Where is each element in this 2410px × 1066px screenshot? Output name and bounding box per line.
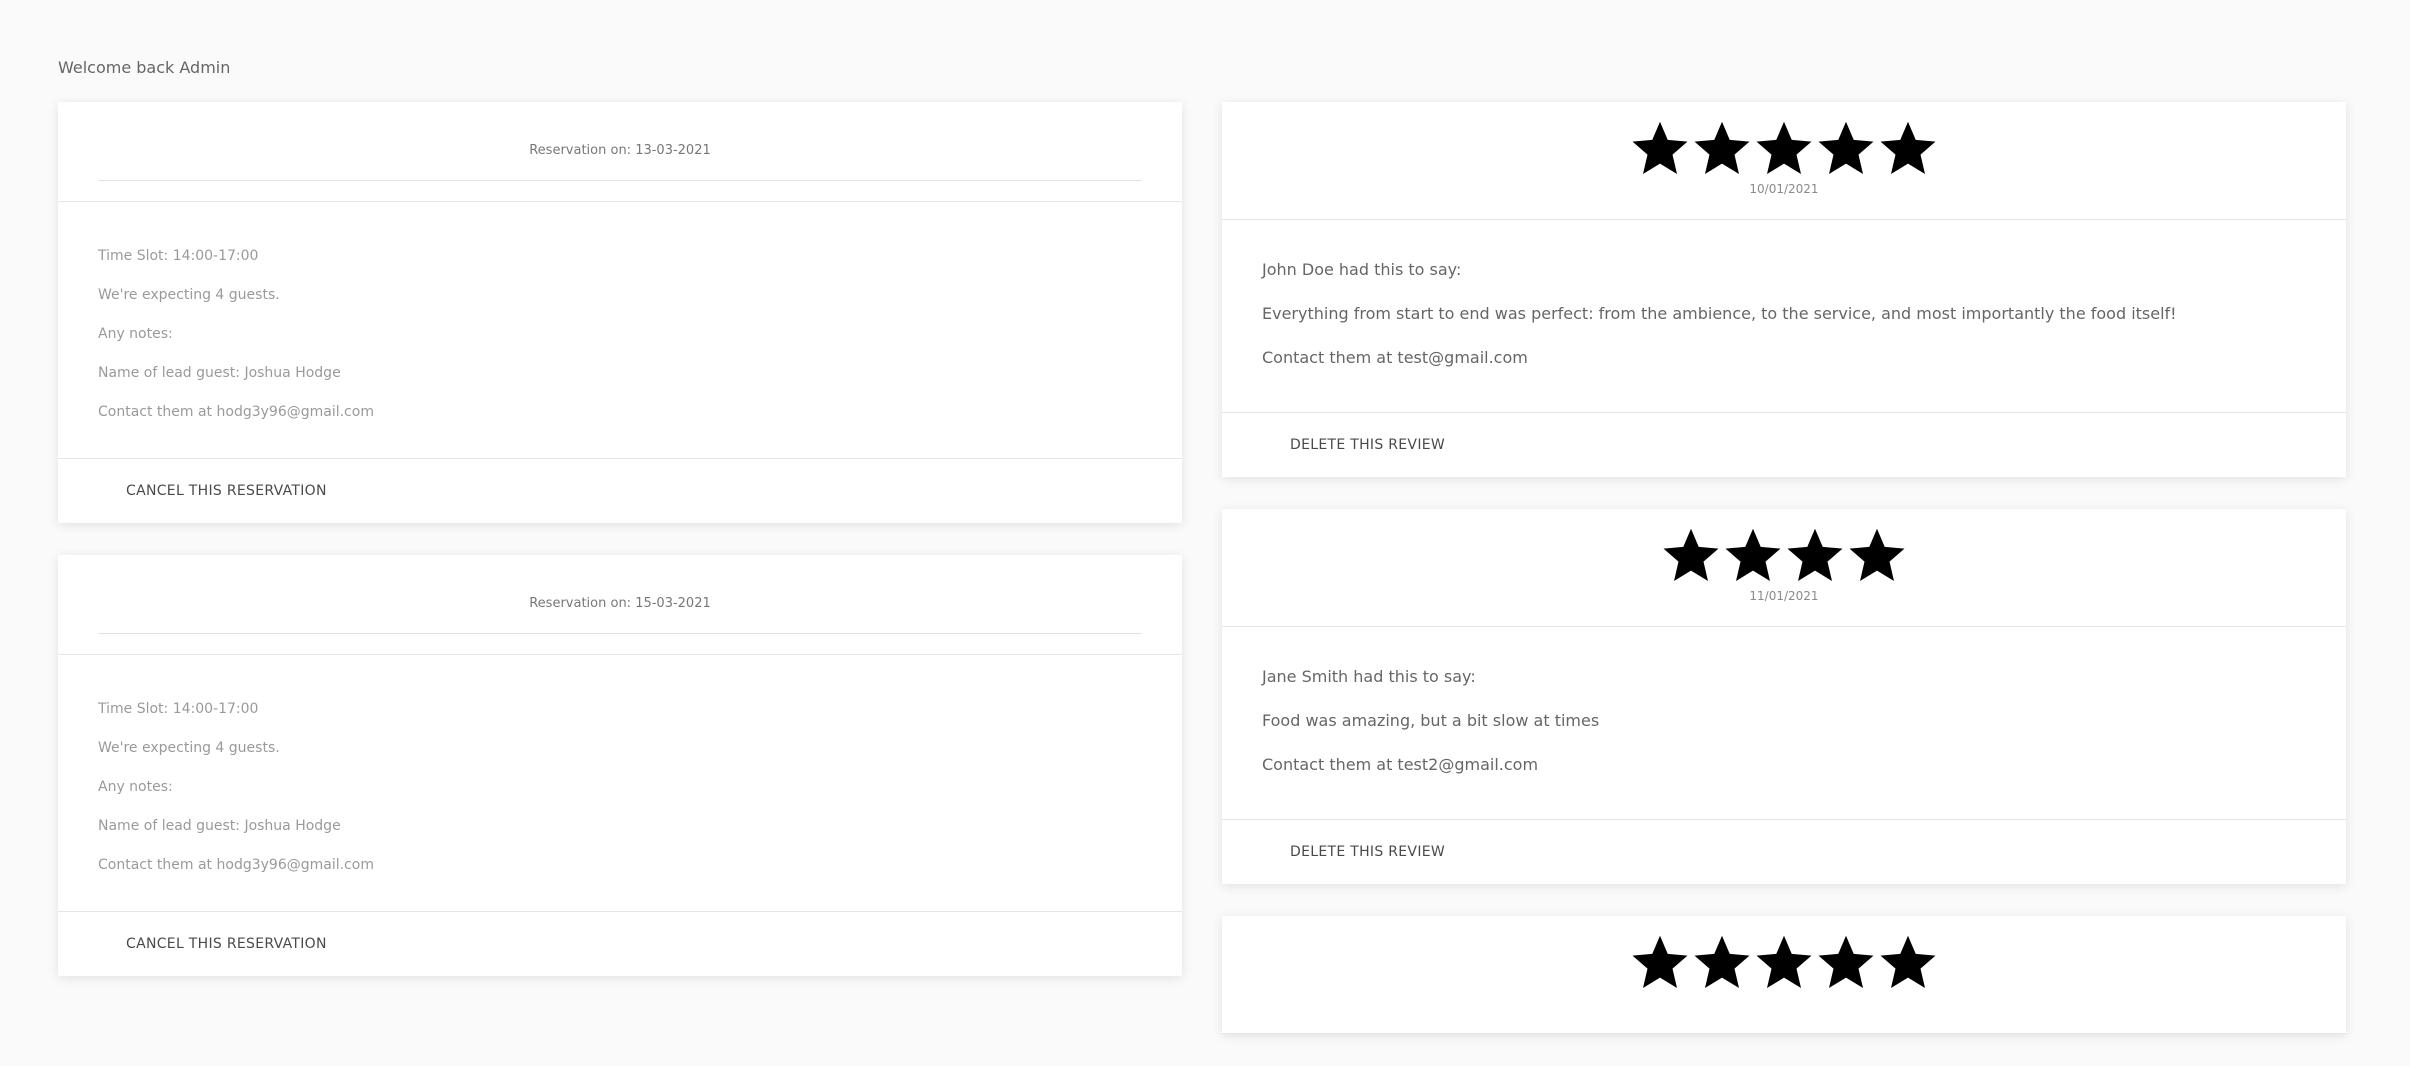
star-icon: [1756, 935, 1812, 988]
review-text: Everything from start to end was perfect…: [1262, 304, 2177, 323]
reservation-footer: CANCEL THIS RESERVATION: [58, 912, 1182, 976]
review-card: 11/01/2021 Jane Smith had this to say: F…: [1222, 509, 2346, 884]
guest-count: We're expecting 4 guests.: [98, 740, 280, 756]
notes: Any notes:: [98, 779, 173, 795]
contact-email: Contact them at hodg3y96@gmail.com: [98, 857, 374, 873]
star-icon: [1725, 528, 1781, 581]
lead-guest: Name of lead guest: Joshua Hodge: [98, 818, 341, 834]
star-rating: [1222, 932, 2346, 992]
review-footer: DELETE THIS REVIEW: [1222, 820, 2346, 884]
star-icon: [1818, 935, 1874, 988]
review-header: [1222, 916, 2346, 1034]
review-author: John Doe had this to say:: [1262, 260, 1462, 279]
reservation-footer: CANCEL THIS RESERVATION: [58, 459, 1182, 523]
star-icon: [1663, 528, 1719, 581]
lead-guest: Name of lead guest: Joshua Hodge: [98, 365, 341, 381]
review-contact: Contact them at test2@gmail.com: [1262, 755, 1539, 774]
review-author: Jane Smith had this to say:: [1262, 667, 1476, 686]
review-footer: DELETE THIS REVIEW: [1222, 413, 2346, 477]
review-contact: Contact them at test@gmail.com: [1262, 348, 1528, 367]
divider: [98, 633, 1142, 634]
star-icon: [1694, 121, 1750, 174]
star-icon: [1880, 935, 1936, 988]
reviews-column: 10/01/2021 John Doe had this to say: Eve…: [1222, 102, 2346, 1066]
welcome-message: Welcome back Admin: [58, 58, 231, 77]
reservations-column: Reservation on: 13-03-2021 Time Slot: 14…: [58, 102, 1182, 1008]
notes: Any notes:: [98, 326, 173, 342]
star-icon: [1632, 935, 1688, 988]
reservation-details: Time Slot: 14:00-17:00 We're expecting 4…: [58, 655, 1182, 912]
contact-email: Contact them at hodg3y96@gmail.com: [98, 404, 374, 420]
star-icon: [1632, 121, 1688, 174]
review-card: [1222, 916, 2346, 1034]
review-body: Jane Smith had this to say: Food was ama…: [1222, 627, 2346, 820]
star-icon: [1787, 528, 1843, 581]
review-header: 11/01/2021: [1222, 509, 2346, 627]
time-slot: Time Slot: 14:00-17:00: [98, 701, 259, 717]
cancel-reservation-button[interactable]: CANCEL THIS RESERVATION: [126, 483, 327, 499]
reservation-details: Time Slot: 14:00-17:00 We're expecting 4…: [58, 202, 1182, 459]
review-text: Food was amazing, but a bit slow at time…: [1262, 711, 1600, 730]
star-rating: [1222, 118, 2346, 178]
star-icon: [1818, 121, 1874, 174]
delete-review-button[interactable]: DELETE THIS REVIEW: [1290, 844, 1445, 860]
star-icon: [1694, 935, 1750, 988]
review-date: 10/01/2021: [1749, 182, 1819, 196]
star-rating: [1222, 525, 2346, 585]
reservation-card: Reservation on: 15-03-2021 Time Slot: 14…: [58, 555, 1182, 976]
time-slot: Time Slot: 14:00-17:00: [98, 248, 259, 264]
reservation-header: Reservation on: 15-03-2021: [58, 555, 1182, 655]
star-icon: [1756, 121, 1812, 174]
review-body: John Doe had this to say: Everything fro…: [1222, 220, 2346, 413]
divider: [98, 180, 1142, 181]
reservation-date: Reservation on: 13-03-2021: [529, 143, 711, 158]
review-date: 11/01/2021: [1749, 589, 1819, 603]
cancel-reservation-button[interactable]: CANCEL THIS RESERVATION: [126, 936, 327, 952]
review-card: 10/01/2021 John Doe had this to say: Eve…: [1222, 102, 2346, 477]
review-header: 10/01/2021: [1222, 102, 2346, 220]
reservation-date: Reservation on: 15-03-2021: [529, 596, 711, 611]
star-icon: [1880, 121, 1936, 174]
reservation-header: Reservation on: 13-03-2021: [58, 102, 1182, 202]
guest-count: We're expecting 4 guests.: [98, 287, 280, 303]
star-icon: [1849, 528, 1905, 581]
delete-review-button[interactable]: DELETE THIS REVIEW: [1290, 437, 1445, 453]
reservation-card: Reservation on: 13-03-2021 Time Slot: 14…: [58, 102, 1182, 523]
